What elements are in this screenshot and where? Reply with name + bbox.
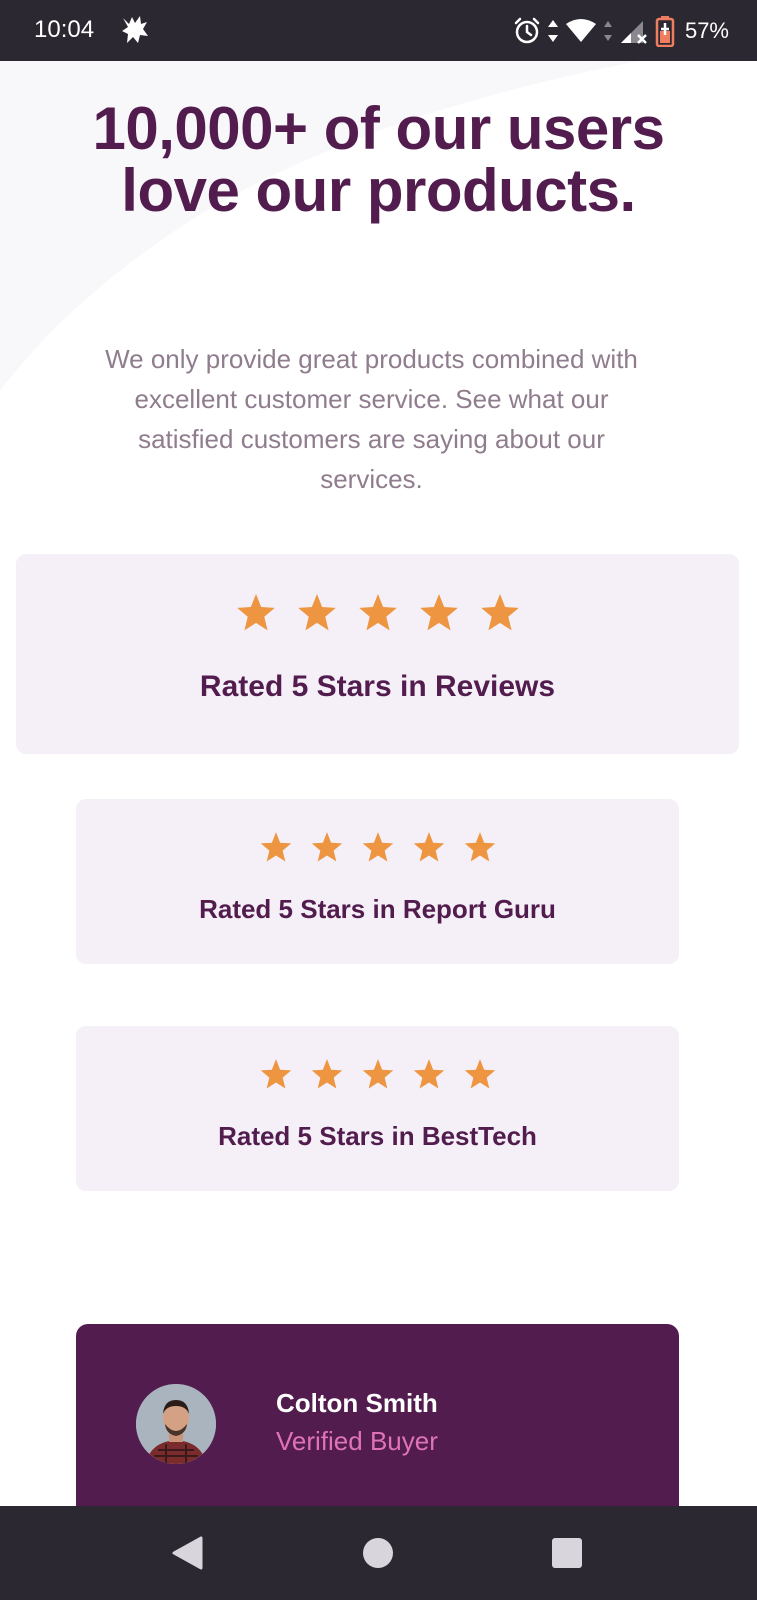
battery-icon xyxy=(655,16,675,47)
avatar-portrait xyxy=(136,1384,216,1464)
app-notification-icon xyxy=(122,16,148,43)
star-icon xyxy=(358,594,397,631)
rating-label: Rated 5 Stars in BestTech xyxy=(218,1121,537,1151)
data-arrows-icon xyxy=(603,21,612,41)
star-icon xyxy=(297,594,336,631)
alarm-icon xyxy=(514,17,540,44)
star-icon xyxy=(236,594,275,631)
recents-button[interactable] xyxy=(517,1506,617,1600)
wifi-icon xyxy=(565,19,596,42)
star-icon xyxy=(413,1059,444,1089)
star-icon xyxy=(260,1059,291,1089)
rating-card-besttech: Rated 5 Stars in BestTech xyxy=(76,1026,679,1191)
avatar xyxy=(136,1384,216,1464)
star-rating xyxy=(16,594,739,632)
home-icon xyxy=(363,1538,393,1568)
buyer-name: Colton Smith xyxy=(276,1388,438,1418)
buyer-role: Verified Buyer xyxy=(276,1426,438,1456)
rating-card-reviews: Rated 5 Stars in Reviews xyxy=(16,554,739,754)
star-icon xyxy=(464,1059,495,1089)
star-rating xyxy=(76,832,679,863)
star-icon xyxy=(362,832,393,862)
back-icon xyxy=(172,1536,203,1570)
star-icon xyxy=(419,594,458,631)
star-icon xyxy=(362,1059,393,1089)
star-icon xyxy=(480,594,519,631)
navigation-bar xyxy=(0,1506,757,1600)
rating-card-report-guru: Rated 5 Stars in Report Guru xyxy=(76,799,679,964)
battery-percent: 57% xyxy=(684,18,729,43)
star-icon xyxy=(311,832,342,862)
recents-icon xyxy=(552,1538,582,1568)
page-subtext: We only provide great products combined … xyxy=(105,344,638,494)
data-arrows-icon xyxy=(547,20,558,42)
home-button[interactable] xyxy=(328,1506,428,1600)
star-icon xyxy=(260,832,291,862)
status-time: 10:04 xyxy=(34,16,95,43)
rating-label: Rated 5 Stars in Report Guru xyxy=(199,894,556,924)
star-rating xyxy=(76,1059,679,1090)
rating-label: Rated 5 Stars in Reviews xyxy=(199,670,556,703)
star-icon xyxy=(311,1059,342,1089)
star-icon xyxy=(413,832,444,862)
back-button[interactable] xyxy=(138,1506,238,1600)
status-icons: 57% xyxy=(513,14,729,48)
status-bar: 10:04 57% xyxy=(0,0,757,61)
page-headline: 10,000+ of our users love our products. xyxy=(92,95,665,224)
star-icon xyxy=(464,832,495,862)
cell-signal-icon xyxy=(620,21,647,44)
